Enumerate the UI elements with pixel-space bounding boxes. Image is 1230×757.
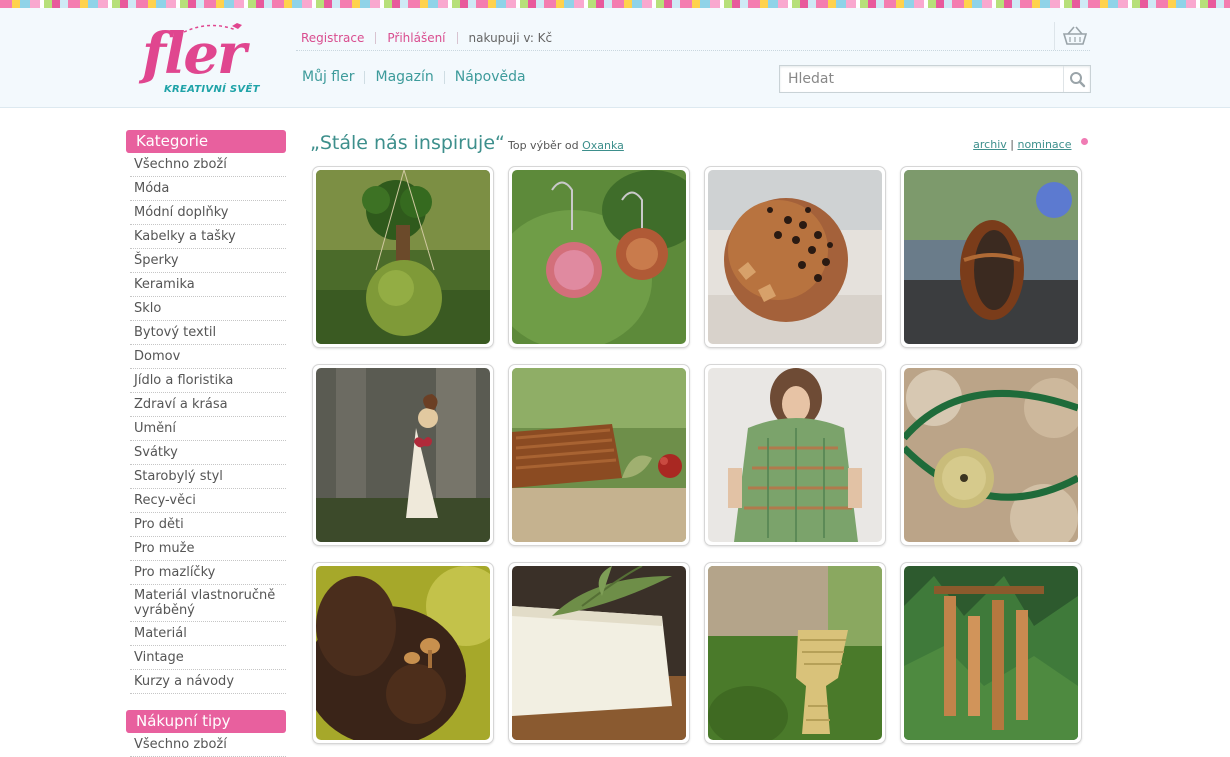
category-item[interactable]: Šperky (130, 249, 286, 273)
logo-tagline: KREATIVNÍ SVĚT (164, 84, 260, 95)
tips-list: Všechno zboží (126, 733, 286, 757)
wooden-earrings-photo (512, 170, 686, 344)
product-card[interactable] (312, 364, 494, 546)
nav-help[interactable]: Nápověda (455, 69, 526, 85)
hair-pin-photo (316, 566, 490, 740)
info-pin-icon[interactable] (1081, 138, 1088, 145)
knitted-poncho-photo (708, 368, 882, 542)
category-item[interactable]: Recy-věci (130, 489, 286, 513)
page-title: „Stále nás inspiruje“ (310, 132, 505, 154)
separator (443, 70, 445, 84)
basket-icon (1062, 26, 1088, 45)
cart-button[interactable] (1054, 22, 1091, 50)
category-item[interactable]: Materiál vlastnoručně vyráběný (130, 585, 286, 622)
category-item[interactable]: Všechno zboží (130, 153, 286, 177)
search-icon (1070, 72, 1086, 88)
separator (375, 31, 377, 44)
archive-links: archiv | nominace (973, 138, 1088, 151)
category-item[interactable]: Starobylý styl (130, 465, 286, 489)
nominate-link[interactable]: nominace (1017, 138, 1071, 151)
wooden-ring-photo (904, 170, 1078, 344)
category-item[interactable]: Pro muže (130, 537, 286, 561)
category-list: Všechno zboží Móda Módní doplňky Kabelky… (126, 153, 286, 694)
categories-heading: Kategorie (126, 130, 286, 153)
category-item[interactable]: Materiál (130, 622, 286, 646)
category-item[interactable]: Kabelky a tašky (130, 225, 286, 249)
product-card[interactable] (508, 562, 690, 744)
product-card[interactable] (704, 166, 886, 348)
product-card[interactable] (312, 562, 494, 744)
archive-link[interactable]: archiv (973, 138, 1007, 151)
category-item[interactable]: Domov (130, 345, 286, 369)
category-item[interactable]: Kurzy a návody (130, 670, 286, 694)
login-link[interactable]: Přihlášení (387, 31, 445, 45)
separator: | (1010, 138, 1014, 151)
header-divider (296, 50, 1090, 51)
category-item[interactable]: Jídlo a floristika (130, 369, 286, 393)
macrame-bracelet-photo (904, 368, 1078, 542)
account-links: Registrace Přihlášení nakupuji v: Kč (301, 30, 552, 45)
category-item[interactable]: Módní doplňky (130, 201, 286, 225)
fler-logo[interactable]: fler KREATIVNÍ SVĚT (140, 22, 270, 102)
soap-bar-photo (512, 566, 686, 740)
category-item[interactable]: Móda (130, 177, 286, 201)
main-nav: Můj fler Magazín Nápověda (302, 69, 526, 85)
site-header: fler KREATIVNÍ SVĚT Registrace Přihlášení… (0, 8, 1230, 108)
category-item[interactable]: Pro mazlíčky (130, 561, 286, 585)
category-item[interactable]: Zdraví a krása (130, 393, 286, 417)
product-card[interactable] (704, 364, 886, 546)
woven-vase-photo (708, 566, 882, 740)
product-card[interactable] (508, 364, 690, 546)
register-link[interactable]: Registrace (301, 31, 364, 45)
nav-magazine[interactable]: Magazín (375, 69, 433, 85)
category-item[interactable]: Sklo (130, 297, 286, 321)
category-item[interactable]: Umění (130, 417, 286, 441)
sidebar: Kategorie Všechno zboží Móda Módní doplň… (126, 130, 286, 757)
product-card[interactable] (312, 166, 494, 348)
ceramic-lantern-photo (708, 170, 882, 344)
shopping-tips-heading: Nákupní tipy (126, 710, 286, 733)
product-card[interactable] (900, 364, 1082, 546)
category-item[interactable]: Keramika (130, 273, 286, 297)
decorative-stripe (0, 0, 1230, 8)
product-card[interactable] (900, 562, 1082, 744)
tips-item[interactable]: Všechno zboží (130, 733, 286, 757)
search-input[interactable] (780, 66, 1056, 92)
category-item[interactable]: Svátky (130, 441, 286, 465)
category-item[interactable]: Bytový textil (130, 321, 286, 345)
separator (456, 31, 458, 44)
product-card[interactable] (508, 166, 690, 348)
logo-word: fler (142, 21, 246, 87)
nav-my-fler[interactable]: Můj fler (302, 69, 354, 85)
kokedama-photo (316, 170, 490, 344)
product-card[interactable] (900, 166, 1082, 348)
category-item[interactable]: Vintage (130, 646, 286, 670)
curator-link[interactable]: Oxanka (582, 139, 624, 152)
search-button[interactable] (1063, 66, 1090, 92)
curator-line: Top výběr od Oxanka (508, 139, 624, 152)
currency-selector[interactable]: nakupuji v: Kč (469, 31, 553, 45)
product-card[interactable] (704, 562, 886, 744)
category-item[interactable]: Pro děti (130, 513, 286, 537)
search-box (779, 65, 1091, 93)
curator-label: Top výběr od (508, 139, 579, 152)
angel-figurine-photo (316, 368, 490, 542)
wicker-basket-photo (512, 368, 686, 542)
wind-chime-photo (904, 566, 1078, 740)
separator (364, 70, 366, 84)
